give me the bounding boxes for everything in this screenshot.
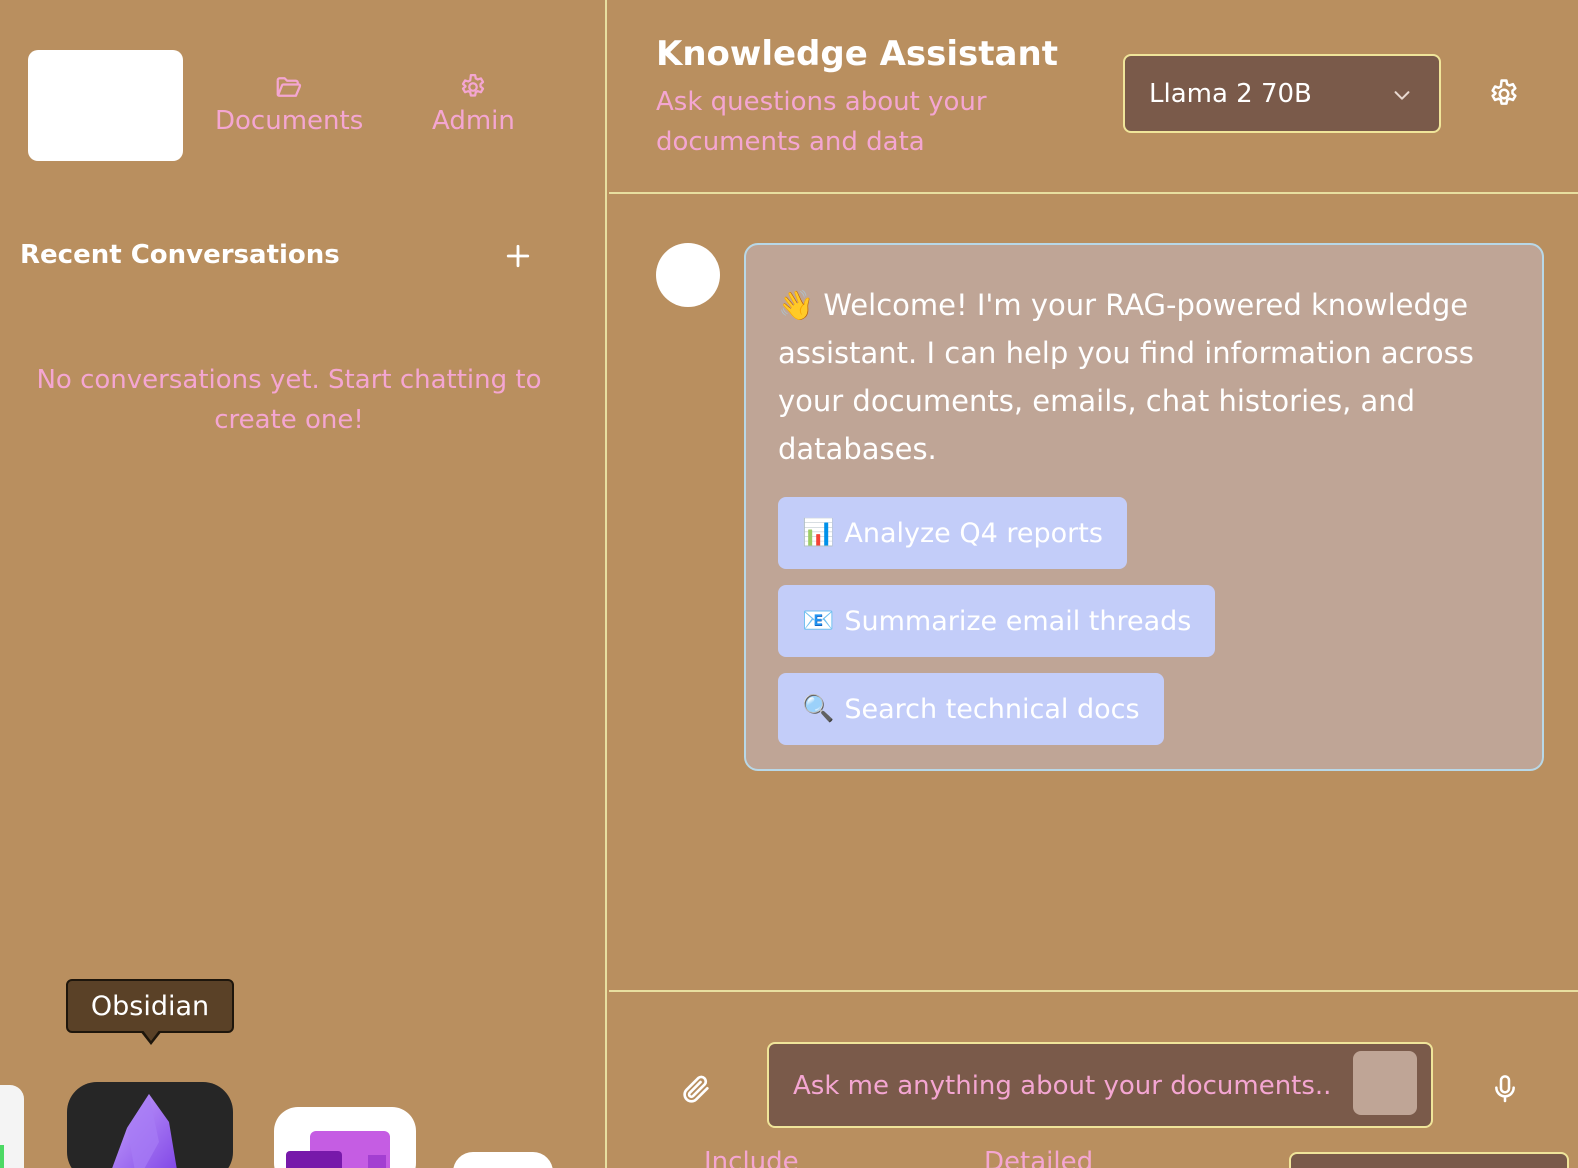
suggestion-label: Search technical docs bbox=[844, 693, 1140, 725]
onenote-app-icon[interactable] bbox=[274, 1107, 416, 1168]
microphone-button[interactable] bbox=[1489, 1072, 1521, 1106]
page-title: Knowledge Assistant bbox=[656, 34, 1058, 74]
page-subtitle: Ask questions about your documents and d… bbox=[656, 87, 987, 157]
suggestion-label: Analyze Q4 reports bbox=[844, 517, 1103, 549]
send-button[interactable] bbox=[1353, 1051, 1417, 1115]
obsidian-app-icon[interactable] bbox=[67, 1082, 233, 1168]
gear-icon bbox=[462, 74, 485, 97]
model-select[interactable]: Llama 2 70B bbox=[1123, 54, 1441, 133]
sidebar: Documents Admin Recent Conversations No … bbox=[0, 0, 607, 1168]
suggestion-summarize-email-button[interactable]: 📧 Summarize email threads bbox=[778, 585, 1216, 657]
magnifier-icon: 🔍 bbox=[802, 694, 835, 724]
attach-button[interactable] bbox=[679, 1072, 713, 1106]
folder-open-icon bbox=[276, 77, 302, 97]
logo[interactable] bbox=[28, 50, 183, 161]
bar-chart-icon: 📊 bbox=[802, 518, 835, 548]
composer: Include Detailed bbox=[609, 990, 1578, 1168]
nav-documents[interactable]: Documents bbox=[215, 72, 363, 136]
welcome-text: Welcome! I'm your RAG-powered knowledge … bbox=[778, 288, 1474, 466]
gear-icon bbox=[1491, 79, 1517, 105]
empty-conversations-message: No conversations yet. Start chatting to … bbox=[36, 365, 542, 435]
nav-admin-label: Admin bbox=[432, 106, 515, 136]
tooltip-arrow bbox=[140, 1029, 162, 1045]
response-mode-select[interactable] bbox=[1289, 1152, 1569, 1168]
obsidian-logo-icon bbox=[112, 1094, 177, 1168]
nav-documents-label: Documents bbox=[215, 106, 364, 136]
suggestion-search-docs-button[interactable]: 🔍 Search technical docs bbox=[778, 673, 1164, 745]
chat-input[interactable] bbox=[793, 1064, 1333, 1108]
settings-button[interactable] bbox=[1487, 77, 1521, 111]
chat-input-container bbox=[767, 1042, 1433, 1128]
wave-emoji-icon: 👋 bbox=[778, 288, 815, 322]
paperclip-icon bbox=[683, 1075, 709, 1103]
dock-tooltip: Obsidian bbox=[66, 979, 234, 1033]
onenote-logo-icon bbox=[286, 1131, 390, 1168]
plus-icon bbox=[506, 244, 530, 268]
suggestion-analyze-q4-button[interactable]: 📊 Analyze Q4 reports bbox=[778, 497, 1127, 569]
nav-admin[interactable]: Admin bbox=[432, 72, 515, 136]
include-option-label[interactable]: Include bbox=[704, 1147, 799, 1168]
dock-app-icon[interactable] bbox=[0, 1085, 24, 1168]
chevron-down-icon bbox=[1394, 91, 1410, 100]
recent-conversations-title: Recent Conversations bbox=[20, 240, 340, 270]
avatar bbox=[656, 243, 720, 307]
assistant-message: 👋 Welcome! I'm your RAG-powered knowledg… bbox=[744, 243, 1544, 771]
email-icon: 📧 bbox=[802, 606, 835, 636]
new-conversation-button[interactable] bbox=[500, 238, 536, 274]
microphone-icon bbox=[1495, 1075, 1515, 1103]
suggestion-label: Summarize email threads bbox=[844, 605, 1192, 637]
message-list: 👋 Welcome! I'm your RAG-powered knowledg… bbox=[609, 196, 1578, 990]
detailed-option-label[interactable]: Detailed bbox=[984, 1147, 1093, 1168]
welcome-message: 👋 Welcome! I'm your RAG-powered knowledg… bbox=[778, 281, 1498, 473]
model-select-value: Llama 2 70B bbox=[1149, 78, 1312, 109]
suggestion-list: 📊 Analyze Q4 reports 📧 Summarize email t… bbox=[778, 497, 1510, 745]
dock-app-icon[interactable] bbox=[453, 1152, 553, 1168]
header: Knowledge Assistant Ask questions about … bbox=[609, 0, 1578, 194]
main-panel: Knowledge Assistant Ask questions about … bbox=[609, 0, 1578, 1168]
